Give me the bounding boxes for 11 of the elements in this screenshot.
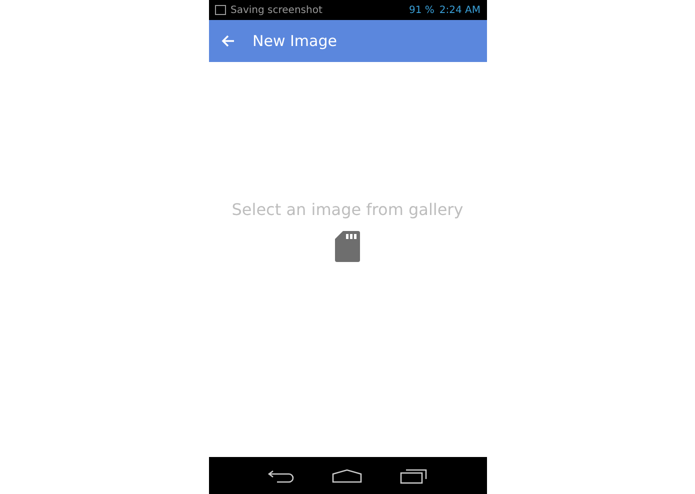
notification-text: Saving screenshot bbox=[230, 4, 322, 16]
empty-message: Select an image from gallery bbox=[232, 200, 464, 219]
sd-card-icon[interactable] bbox=[335, 231, 360, 262]
back-nav-button[interactable] bbox=[267, 468, 296, 484]
battery-percentage: 91 % bbox=[408, 4, 434, 16]
clock-time: 2:24 AM bbox=[439, 4, 480, 16]
back-button[interactable] bbox=[220, 34, 234, 48]
screen-title: New Image bbox=[252, 32, 337, 50]
recent-apps-button[interactable] bbox=[400, 468, 428, 484]
screenshot-icon bbox=[214, 5, 226, 15]
home-button[interactable] bbox=[332, 468, 362, 482]
